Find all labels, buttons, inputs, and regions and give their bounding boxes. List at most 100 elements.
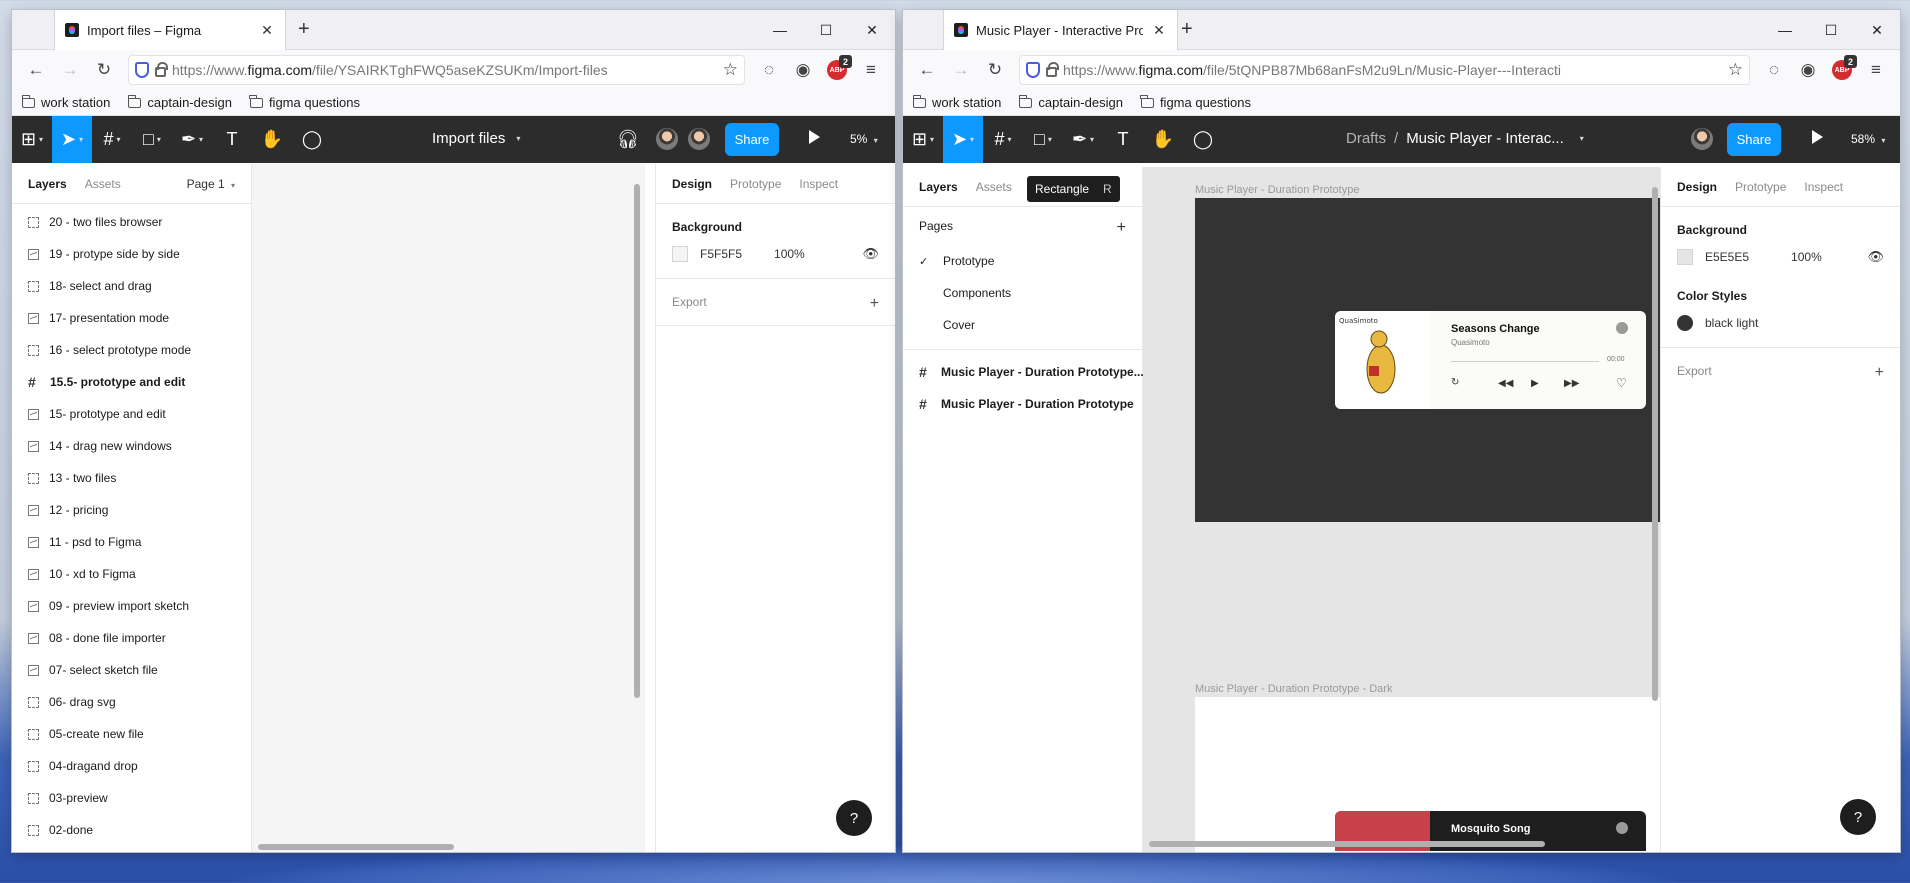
- file-name[interactable]: Music Player - Interac...: [1406, 130, 1564, 147]
- layer-item[interactable]: 06- drag svg: [12, 686, 251, 718]
- help-button[interactable]: ?: [1840, 799, 1876, 835]
- layer-item[interactable]: 14 - drag new windows: [12, 430, 251, 462]
- horizontal-scrollbar[interactable]: [1149, 841, 1545, 847]
- layer-item[interactable]: # Music Player - Duration Prototype: [903, 388, 1142, 420]
- browser-tab[interactable]: Import files – Figma ✕: [54, 10, 286, 50]
- layer-item[interactable]: 10 - xd to Figma: [12, 558, 251, 590]
- eye-icon[interactable]: 👁︎: [1867, 249, 1884, 265]
- tab-layers[interactable]: Layers: [28, 177, 67, 191]
- bookmark-star-icon[interactable]: ☆: [1728, 60, 1743, 80]
- page-item-components[interactable]: Components: [919, 277, 1126, 309]
- close-tab-icon[interactable]: ✕: [259, 22, 275, 39]
- pocket-icon[interactable]: ◌: [753, 55, 785, 85]
- text-tool-button[interactable]: T: [212, 116, 252, 163]
- background-hex[interactable]: F5F5F5: [700, 247, 742, 261]
- pen-tool-button[interactable]: ✒ ▾: [172, 116, 212, 163]
- present-play-icon[interactable]: [809, 130, 820, 144]
- zoom-level[interactable]: 5% ▾: [850, 132, 878, 146]
- audio-headphones-icon[interactable]: 🎧︎: [608, 116, 648, 163]
- hand-tool-button[interactable]: ✋: [252, 116, 292, 163]
- layer-item[interactable]: 17- presentation mode: [12, 302, 251, 334]
- frame-label[interactable]: Music Player - Duration Prototype: [1195, 184, 1359, 196]
- horizontal-scrollbar[interactable]: [258, 844, 454, 850]
- layer-item[interactable]: # Music Player - Duration Prototype...: [903, 356, 1144, 388]
- lock-icon[interactable]: [155, 62, 168, 77]
- add-export-icon[interactable]: +: [870, 295, 879, 313]
- background-swatch[interactable]: [1677, 249, 1693, 265]
- zoom-level[interactable]: 58% ▾: [1851, 132, 1885, 146]
- layer-item[interactable]: 08 - done file importer: [12, 622, 251, 654]
- text-tool-button[interactable]: T: [1103, 116, 1143, 163]
- bookmark-work-station[interactable]: work station: [912, 94, 1001, 110]
- tab-prototype[interactable]: Prototype: [1735, 180, 1786, 194]
- bookmark-star-icon[interactable]: ☆: [723, 60, 738, 80]
- reload-button[interactable]: ↻: [88, 55, 120, 85]
- layer-item[interactable]: 15- prototype and edit: [12, 398, 251, 430]
- layer-item[interactable]: #15.5- prototype and edit: [12, 366, 251, 398]
- tab-inspect[interactable]: Inspect: [1804, 180, 1843, 194]
- lock-icon[interactable]: [1046, 62, 1059, 77]
- bookmark-captain-design[interactable]: captain-design: [127, 94, 232, 110]
- main-menu-button[interactable]: ⊞ ▾: [12, 116, 52, 163]
- pen-tool-button[interactable]: ✒ ▾: [1063, 116, 1103, 163]
- layer-item[interactable]: 11 - psd to Figma: [12, 526, 251, 558]
- tab-assets[interactable]: Assets: [85, 177, 121, 191]
- background-opacity[interactable]: 100%: [774, 247, 805, 261]
- new-tab-button[interactable]: +: [298, 18, 310, 40]
- reload-button[interactable]: ↻: [979, 55, 1011, 85]
- layer-item[interactable]: 04-dragand drop: [12, 750, 251, 782]
- chevron-down-icon[interactable]: ▾: [1580, 134, 1584, 143]
- close-window-button[interactable]: ✕: [849, 10, 895, 50]
- close-tab-icon[interactable]: ✕: [1151, 22, 1167, 39]
- forward-button[interactable]: →: [945, 55, 977, 85]
- help-button[interactable]: ?: [836, 800, 872, 836]
- browser-tab[interactable]: Music Player - Interactive Proto ✕: [943, 10, 1178, 50]
- background-hex[interactable]: E5E5E5: [1705, 250, 1749, 264]
- frame-duration-prototype-dark[interactable]: Mosquito Song: [1195, 697, 1660, 852]
- menu-icon[interactable]: ≡: [855, 55, 887, 85]
- page-selector[interactable]: Page 1 ▾: [187, 177, 235, 191]
- bookmark-figma-questions[interactable]: figma questions: [249, 94, 360, 110]
- extension-icon[interactable]: ◉: [1792, 55, 1824, 85]
- rewind-icon[interactable]: ◀◀: [1498, 378, 1513, 389]
- tab-prototype[interactable]: Prototype: [730, 177, 781, 191]
- music-player-card[interactable]: QuaSimoto Seasons Change Quasimoto 00:00…: [1335, 311, 1646, 409]
- adblock-icon[interactable]: ABP 2: [1826, 55, 1858, 85]
- main-menu-button[interactable]: ⊞ ▾: [903, 116, 943, 163]
- tab-layers[interactable]: Layers: [919, 180, 958, 194]
- new-tab-button[interactable]: +: [1181, 18, 1193, 40]
- address-bar[interactable]: https://www.figma.com/file/5tQNPB87Mb68a…: [1019, 55, 1750, 85]
- frame-tool-button[interactable]: # ▾: [983, 116, 1023, 163]
- comment-tool-button[interactable]: ◯: [1183, 116, 1223, 163]
- layer-item[interactable]: 19 - protype side by side: [12, 238, 251, 270]
- minimize-button[interactable]: —: [1762, 10, 1808, 50]
- avatar[interactable]: [1689, 126, 1715, 152]
- share-button[interactable]: Share: [725, 123, 779, 156]
- bookmark-figma-questions[interactable]: figma questions: [1140, 94, 1251, 110]
- more-options-icon[interactable]: [1616, 822, 1628, 834]
- tracking-shield-icon[interactable]: [135, 62, 149, 78]
- tab-assets[interactable]: Assets: [976, 180, 1012, 194]
- tracking-shield-icon[interactable]: [1026, 62, 1040, 78]
- back-button[interactable]: ←: [911, 55, 943, 85]
- layer-item[interactable]: 07- select sketch file: [12, 654, 251, 686]
- page-item-prototype[interactable]: ✓ Prototype: [919, 245, 1126, 277]
- maximize-button[interactable]: ☐: [803, 10, 849, 50]
- layer-item[interactable]: 09 - preview import sketch: [12, 590, 251, 622]
- canvas[interactable]: Music Player - Duration Prototype QuaSim…: [1143, 167, 1660, 852]
- vertical-scrollbar[interactable]: [634, 184, 640, 698]
- layer-item[interactable]: 20 - two files browser: [12, 206, 251, 238]
- color-style-item[interactable]: black light: [1677, 315, 1884, 347]
- adblock-icon[interactable]: ABP 2: [821, 55, 853, 85]
- breadcrumb-drafts[interactable]: Drafts: [1346, 130, 1386, 147]
- minimize-button[interactable]: —: [757, 10, 803, 50]
- background-swatch[interactable]: [672, 246, 688, 262]
- frame-label[interactable]: Music Player - Duration Prototype - Dark: [1195, 683, 1392, 695]
- forward-button[interactable]: →: [54, 55, 86, 85]
- layer-item[interactable]: 05-create new file: [12, 718, 251, 750]
- add-page-icon[interactable]: +: [1117, 219, 1126, 237]
- comment-tool-button[interactable]: ◯: [292, 116, 332, 163]
- frame-tool-button[interactable]: # ▾: [92, 116, 132, 163]
- bookmark-captain-design[interactable]: captain-design: [1018, 94, 1123, 110]
- eye-icon[interactable]: 👁︎: [862, 246, 879, 262]
